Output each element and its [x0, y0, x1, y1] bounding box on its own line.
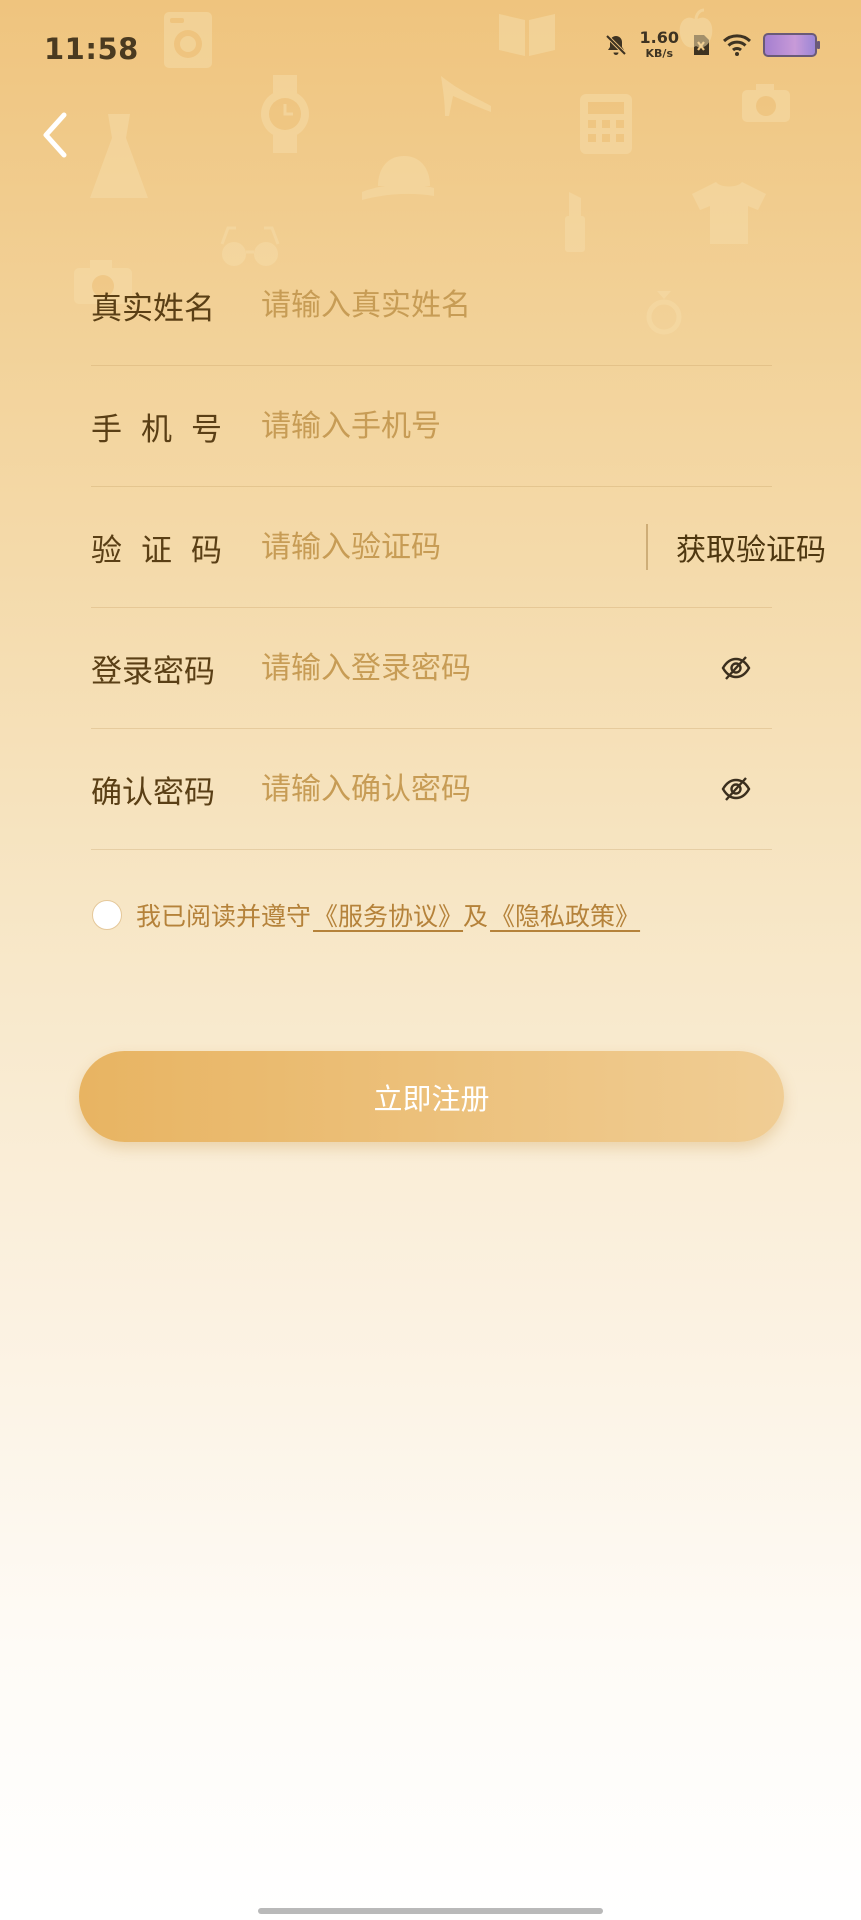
agreement-row: 我已阅读并遵守 《服务协议》 及 《隐私政策》: [92, 897, 640, 933]
book-icon: [499, 14, 555, 56]
real-name-row: 真实姓名: [91, 245, 772, 366]
net-speed-value: 1.60: [639, 28, 679, 47]
home-indicator[interactable]: [258, 1908, 603, 1914]
privacy-policy-link[interactable]: 《隐私政策》: [490, 897, 640, 933]
confirm-password-row: 确认密码: [91, 729, 772, 850]
phone-label: 手机号: [91, 411, 241, 448]
cap-icon: [362, 156, 434, 200]
agreement-and-text: 及: [463, 902, 489, 931]
bell-muted-icon: [605, 34, 626, 55]
register-button[interactable]: 立即注册: [79, 1051, 784, 1142]
calculator-icon: [580, 94, 632, 154]
high-heel-icon: [441, 76, 491, 116]
phone-row: 手机号: [91, 366, 772, 487]
wifi-icon: [723, 33, 751, 56]
confirm-password-label: 确认密码: [91, 774, 215, 811]
confirm-password-input[interactable]: [261, 771, 720, 807]
watch-icon: [261, 75, 309, 153]
get-code-button[interactable]: 获取验证码: [676, 525, 826, 569]
battery-icon: [763, 32, 820, 57]
status-bar: 11:58 1.60 KB/s: [0, 0, 861, 100]
net-speed: 1.60 KB/s: [639, 28, 679, 60]
real-name-label: 真实姓名: [91, 290, 215, 327]
camera-icon: [742, 84, 790, 122]
agreement-checkbox[interactable]: [92, 900, 122, 930]
code-input[interactable]: [261, 529, 634, 565]
dress-icon: [90, 114, 148, 198]
real-name-input[interactable]: [261, 287, 772, 323]
apple-icon: [679, 8, 713, 48]
code-divider: [646, 524, 648, 570]
tshirt-icon: [692, 182, 766, 244]
password-label: 登录密码: [91, 653, 215, 690]
eye-slash-icon[interactable]: [720, 652, 752, 684]
password-input[interactable]: [261, 650, 720, 686]
status-time: 11:58: [44, 32, 139, 66]
code-label: 验证码: [91, 532, 241, 569]
register-form: 真实姓名 手机号 验证码 获取验证码 登录密码 确认密码: [91, 245, 826, 850]
password-row: 登录密码: [91, 608, 772, 729]
code-row: 验证码 获取验证码: [91, 487, 826, 608]
phone-input[interactable]: [261, 408, 772, 444]
back-button[interactable]: [20, 100, 90, 170]
net-speed-unit: KB/s: [645, 47, 673, 60]
service-agreement-link[interactable]: 《服务协议》: [313, 897, 463, 933]
eye-slash-icon[interactable]: [720, 773, 752, 805]
washing-machine-icon: [164, 12, 212, 68]
agreement-text: 我已阅读并遵守: [136, 902, 312, 931]
chevron-left-icon: [43, 112, 67, 158]
